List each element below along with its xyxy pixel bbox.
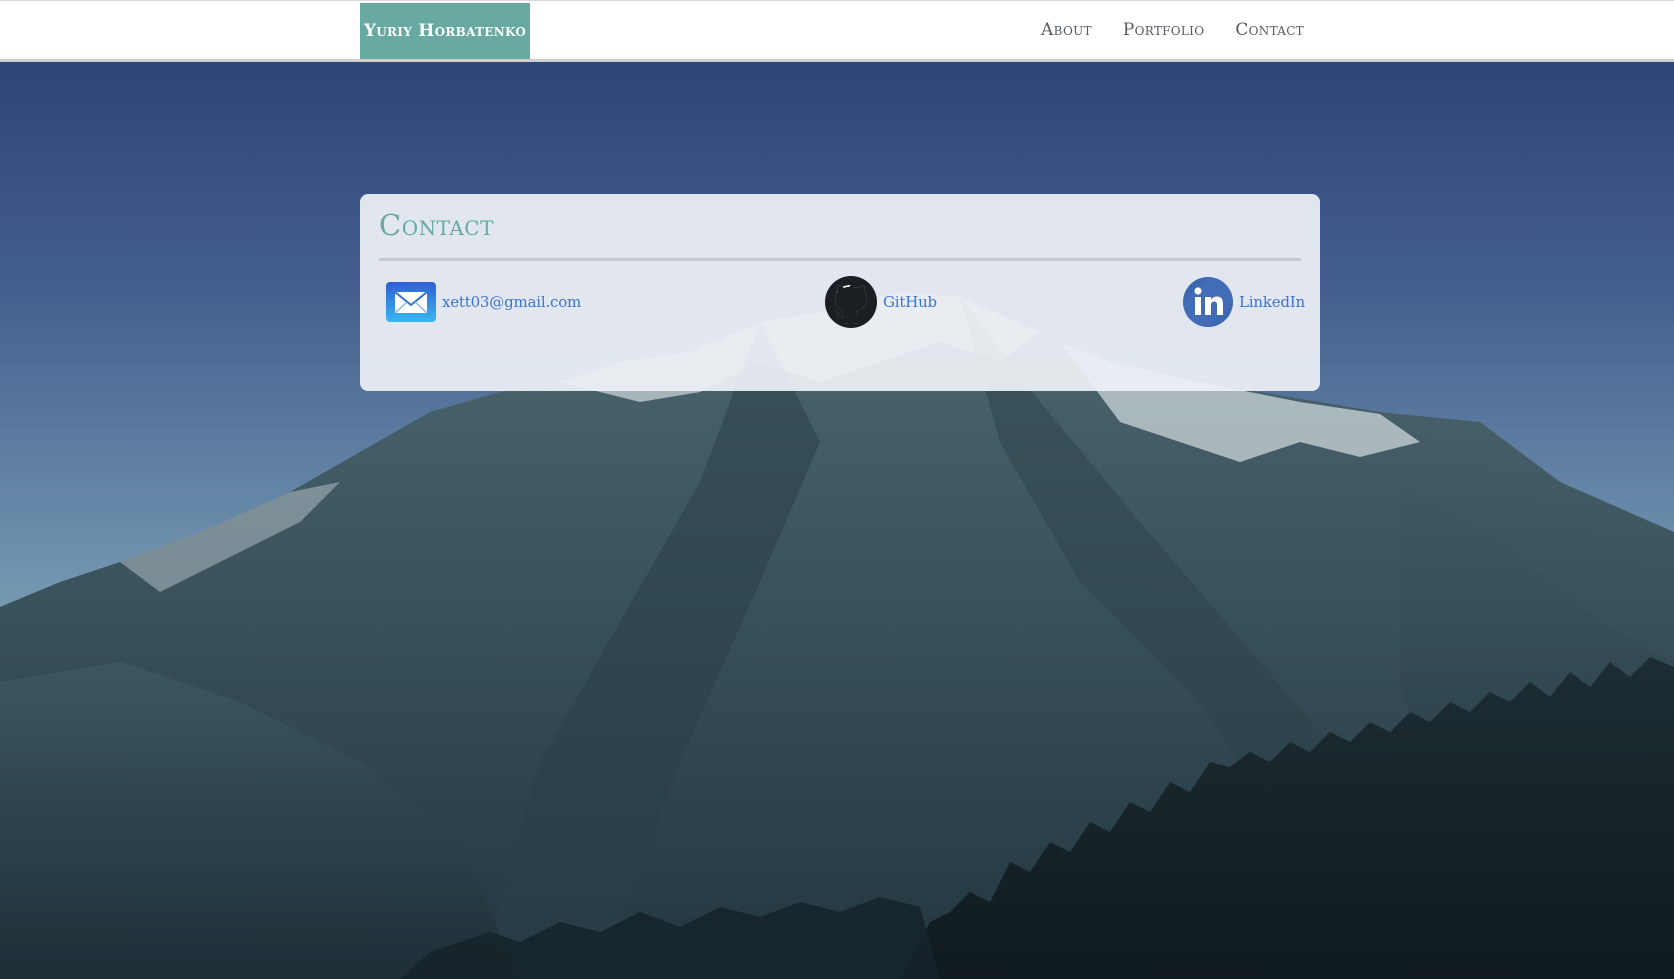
linkedin-label: LinkedIn: [1239, 293, 1305, 311]
brand-button[interactable]: Yuriy Horbatenko: [360, 3, 530, 59]
linkedin-icon: [1183, 277, 1233, 327]
nav-link-contact[interactable]: Contact: [1235, 20, 1304, 40]
top-navbar: Yuriy Horbatenko About Portfolio Contact: [0, 0, 1674, 62]
linkedin-link[interactable]: LinkedIn: [1183, 276, 1305, 328]
github-label: GitHub: [883, 293, 937, 311]
email-link[interactable]: xett03@gmail.com: [386, 276, 581, 328]
envelope-icon: [386, 282, 436, 322]
nav-links: About Portfolio Contact: [1041, 1, 1304, 59]
github-link[interactable]: GitHub: [825, 276, 937, 328]
github-icon: [825, 276, 877, 328]
contact-card: Contact xett03@gmail.com GitHub LinkedIn: [360, 194, 1320, 391]
nav-link-portfolio[interactable]: Portfolio: [1123, 20, 1205, 40]
contact-title: Contact: [379, 208, 494, 242]
divider: [379, 258, 1301, 261]
email-label: xett03@gmail.com: [442, 293, 582, 311]
nav-link-about[interactable]: About: [1041, 20, 1092, 40]
